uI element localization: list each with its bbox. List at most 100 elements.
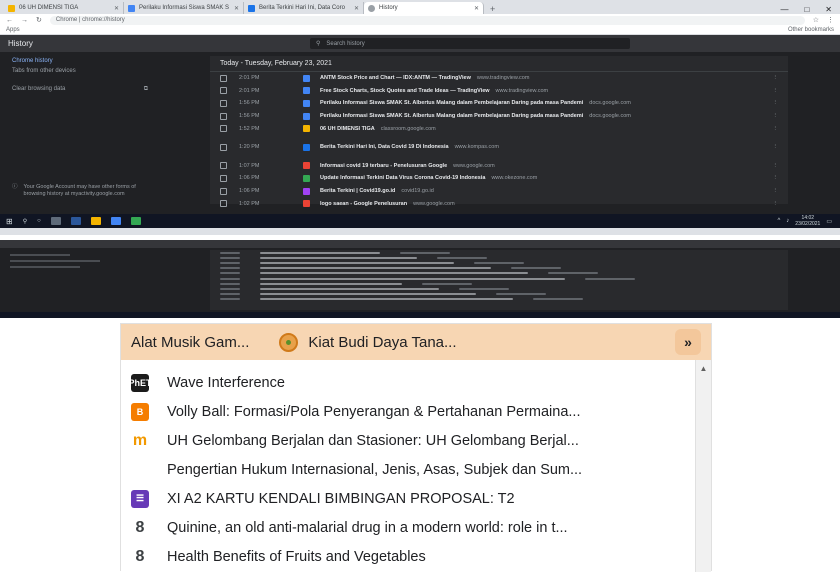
clear-browsing-data-button[interactable]: Clear browsing data ⧉ [12, 84, 148, 94]
search-icon[interactable]: ⚲ [23, 218, 27, 225]
more-actions-icon[interactable]: ⋮ [773, 75, 789, 81]
other-bookmarks[interactable]: Other bookmarks [788, 27, 834, 33]
more-actions-icon[interactable]: ⋮ [773, 100, 789, 106]
more-actions-icon[interactable]: ⋮ [773, 175, 789, 181]
minimize-button[interactable]: — [780, 5, 788, 14]
bookmark-item[interactable]: B Volly Ball: Formasi/Pola Penyerangan & … [121, 397, 711, 426]
close-icon[interactable]: ✕ [354, 5, 359, 12]
overflow-chevron-button[interactable]: » [675, 329, 701, 355]
notifications-icon[interactable]: ▭ [826, 218, 832, 225]
bookmark-label: XI A2 KARTU KENDALI BIMBINGAN PROPOSAL: … [167, 490, 515, 507]
row-checkbox[interactable] [220, 143, 227, 151]
tab-uh-dimensi[interactable]: 06 UH DIMENSI TIGA ✕ [4, 2, 124, 14]
row-checkbox[interactable] [220, 162, 227, 170]
history-row[interactable]: 1:02 PM logo saean - Google Penelusuran ww… [210, 197, 788, 210]
row-checkbox[interactable] [220, 74, 227, 82]
row-title[interactable]: Free Stock Charts, Stock Quotes and Trad… [320, 88, 490, 94]
tab-history[interactable]: History ✕ [364, 2, 484, 14]
more-actions-icon[interactable]: ⋮ [773, 88, 789, 94]
row-time: 1:20 PM [239, 144, 260, 151]
menu-icon[interactable]: ⋮ [827, 16, 834, 24]
bookmark-alat-musik[interactable]: Alat Musik Gam... [131, 334, 249, 351]
history-row[interactable]: 1:52 PM 06 UH DIMENSI TIGA classroom.googl… [210, 122, 788, 135]
row-domain: www.okezone.com [491, 175, 538, 182]
row-title[interactable]: Informasi covid 19 terbaru - Penelusuran… [320, 163, 447, 169]
history-row[interactable]: 2:01 PM ANTM Stock Price and Chart — IDX:… [210, 72, 788, 85]
row-title[interactable]: Perilaku Informasi Siswa SMAK St. Albert… [320, 100, 583, 106]
close-window-button[interactable]: ✕ [825, 5, 832, 14]
row-title[interactable]: Perilaku Informasi Siswa SMAK St. Albert… [320, 113, 583, 119]
row-title[interactable]: ANTM Stock Price and Chart — IDX:ANTM — … [320, 75, 471, 81]
bookmark-list: PhET Wave Interference B Volly Ball: Formas… [121, 360, 711, 571]
sidebar-item-chrome-history[interactable]: Chrome history [12, 56, 148, 66]
tab-perilaku[interactable]: Perilaku Informasi Siswa SMAK S ✕ [124, 2, 244, 14]
history-row[interactable]: 1:56 PM Perilaku Informasi Siswa SMAK St.… [210, 97, 788, 110]
tab-berita[interactable]: Berita Terkini Hari Ini, Data Coro ✕ [244, 2, 364, 14]
windows-start-icon[interactable]: ⊞ [6, 217, 13, 226]
row-checkbox[interactable] [220, 112, 227, 120]
close-icon[interactable]: ✕ [114, 5, 119, 12]
more-actions-icon[interactable]: ⋮ [773, 144, 789, 150]
bookmark-item[interactable]: 8 Health Benefits of Fruits and Vegetable… [121, 542, 711, 571]
bookmark-item[interactable]: ☰ XI A2 KARTU KENDALI BIMBINGAN PROPOSAL:… [121, 484, 711, 513]
volume-icon[interactable]: ♪ [786, 218, 789, 224]
search-input[interactable]: ⚲ Search history [310, 38, 630, 49]
history-card-small [210, 250, 788, 310]
site-favicon-icon [303, 162, 310, 170]
row-checkbox[interactable] [220, 87, 227, 95]
bookmark-kiat-budi-daya[interactable]: Kiat Budi Daya Tana... [279, 332, 457, 352]
chevron-up-icon[interactable]: ^ [777, 218, 780, 224]
row-title[interactable]: Berita Terkini | Covid19.go.id [320, 188, 395, 194]
apps-shortcut[interactable]: Apps [6, 27, 20, 33]
address-bar[interactable]: Chrome | chrome://history [49, 15, 805, 25]
more-actions-icon[interactable]: ⋮ [773, 188, 789, 194]
windows-taskbar: ⊞ ⚲ ○ ^ ♪ 14:02 23/02/2021 ▭ [0, 214, 840, 228]
cortana-icon[interactable]: ○ [37, 218, 41, 224]
bookmark-label: Pengertian Hukum Internasional, Jenis, A… [167, 461, 583, 478]
row-title[interactable]: Update Informasi Terkini Data Virus Coro… [320, 175, 485, 181]
new-tab-button[interactable]: + [484, 4, 501, 14]
history-row[interactable]: 1:06 PM Berita Terkini | Covid19.go.id cov… [210, 185, 788, 198]
row-checkbox[interactable] [220, 187, 227, 195]
chrome-icon[interactable] [110, 217, 121, 225]
more-actions-icon[interactable]: ⋮ [773, 113, 789, 119]
history-row[interactable]: 1:07 PM Informasi covid 19 terbaru - Pene… [210, 160, 788, 173]
sidebar-item-other-devices[interactable]: Tabs from other devices [12, 66, 148, 76]
row-title[interactable]: Berita Terkini Hari Ini, Data Covid 19 D… [320, 144, 449, 150]
clock-date: 23/02/2021 [795, 221, 821, 227]
bookmark-item[interactable]: PhET Wave Interference [121, 368, 711, 397]
history-row[interactable]: 1:56 PM Perilaku Informasi Siswa SMAK St.… [210, 110, 788, 123]
scrollbar[interactable]: ▲ [695, 360, 711, 572]
reload-icon[interactable]: ↻ [36, 16, 42, 24]
row-checkbox[interactable] [220, 174, 227, 182]
task-view-icon[interactable] [50, 217, 61, 225]
clock[interactable]: 14:02 23/02/2021 [795, 215, 820, 227]
row-title[interactable]: 06 UH DIMENSI TIGA [320, 126, 375, 132]
more-actions-icon[interactable]: ⋮ [773, 201, 789, 207]
history-row[interactable]: 2:01 PM Free Stock Charts, Stock Quotes a… [210, 85, 788, 98]
bookmark-item[interactable]: Pengertian Hukum Internasional, Jenis, A… [121, 455, 711, 484]
back-icon[interactable]: ← [6, 17, 13, 24]
close-icon[interactable]: ✕ [474, 5, 479, 12]
history-row[interactable]: 1:06 PM Update Informasi Terkini Data Vir… [210, 172, 788, 185]
row-checkbox[interactable] [220, 200, 227, 208]
row-checkbox[interactable] [220, 125, 227, 133]
folder-icon[interactable] [90, 217, 101, 225]
row-time: 2:01 PM [239, 87, 260, 94]
close-icon[interactable]: ✕ [234, 5, 239, 12]
word-icon[interactable] [70, 217, 81, 225]
scroll-up-icon[interactable]: ▲ [696, 360, 711, 376]
row-title[interactable]: logo saean - Google Penelusuran [320, 201, 407, 207]
bookmark-item[interactable]: 8 Quinine, an old anti-malarial drug in a… [121, 513, 711, 542]
more-actions-icon[interactable]: ⋮ [773, 163, 789, 169]
forward-icon[interactable]: → [21, 17, 28, 24]
bookmark-label: Health Benefits of Fruits and Vegetables [167, 548, 426, 565]
row-checkbox[interactable] [220, 99, 227, 107]
whatsapp-icon[interactable] [130, 217, 141, 225]
history-row[interactable]: 1:20 PM Berita Terkini Hari Ini, Data Cov… [210, 141, 788, 154]
more-actions-icon[interactable]: ⋮ [773, 126, 789, 132]
row-time: 2:01 PM [239, 75, 260, 82]
star-icon[interactable]: ☆ [813, 16, 819, 24]
bookmark-item[interactable]: m UH Gelombang Berjalan dan Stasioner: UH… [121, 426, 711, 455]
maximize-button[interactable]: □ [804, 5, 809, 14]
